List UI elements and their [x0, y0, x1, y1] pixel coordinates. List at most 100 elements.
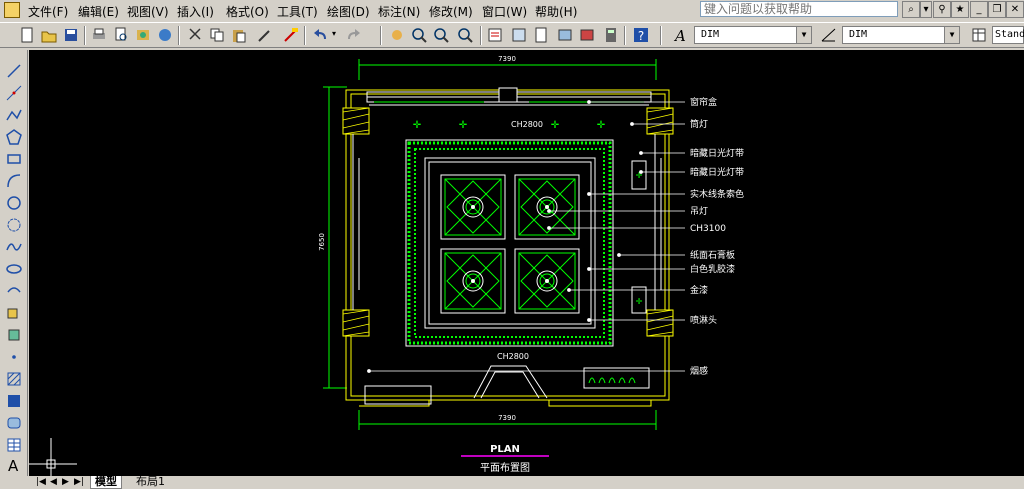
make-block-icon[interactable] [5, 326, 23, 344]
dim-bottom-label: 7390 [498, 414, 516, 422]
callout-dot [617, 253, 621, 257]
dimension-style-icon[interactable] [820, 26, 838, 44]
table-icon[interactable] [5, 436, 23, 454]
table-style-value: Stand [995, 29, 1024, 40]
table-style-select[interactable]: Stand [992, 26, 1024, 44]
circle-icon[interactable] [5, 194, 23, 212]
properties-icon[interactable] [486, 26, 504, 44]
3d-dwf-icon[interactable] [156, 26, 174, 44]
construction-line-icon[interactable] [5, 84, 23, 102]
point-icon[interactable] [5, 348, 23, 366]
paste-icon[interactable] [230, 26, 248, 44]
callout-label: 实木线条索色 [690, 188, 744, 200]
copy-icon[interactable] [208, 26, 226, 44]
svg-text:✛: ✛ [551, 120, 560, 131]
restore-button[interactable]: ❐ [988, 1, 1006, 18]
zoom-window-icon[interactable] [432, 26, 450, 44]
new-file-icon[interactable] [18, 26, 36, 44]
callout-label: 暗藏日光灯带 [690, 166, 744, 178]
print-preview-icon[interactable] [112, 26, 130, 44]
pendant-light [440, 174, 506, 240]
drawing-subtitle: 平面布置图 [480, 462, 530, 474]
callout-dot [639, 170, 643, 174]
help-icon[interactable]: ? [632, 26, 650, 44]
callout-dot [567, 288, 571, 292]
menu-help[interactable]: 帮助(H) [535, 3, 577, 20]
cut-icon[interactable] [186, 26, 204, 44]
arc-icon[interactable] [5, 172, 23, 190]
tab-layout1[interactable]: 布局1 [132, 476, 169, 488]
callout-dot [587, 318, 591, 322]
design-center-icon[interactable] [510, 26, 528, 44]
menu-dimension[interactable]: 标注(N) [378, 3, 420, 20]
chevron-down-icon[interactable]: ▼ [796, 27, 811, 43]
close-button[interactable]: ✕ [1006, 1, 1024, 18]
save-icon[interactable] [62, 26, 80, 44]
zoom-previous-icon[interactable] [456, 26, 474, 44]
floor-plan-drawing: 7390 7650 7390 ✛ ✛ ✛ ✛ CH2800 ✛ ✛ CH2800… [29, 55, 744, 476]
open-folder-icon[interactable] [40, 26, 58, 44]
tab-model[interactable]: 模型 [90, 476, 122, 489]
menu-format[interactable]: 格式(O) [226, 3, 269, 20]
polygon-icon[interactable] [5, 128, 23, 146]
menu-modify[interactable]: 修改(M) [429, 3, 473, 20]
spline-icon[interactable] [5, 238, 23, 256]
menu-insert[interactable]: 插入(I) [177, 3, 214, 20]
quick-calc-icon[interactable] [602, 26, 620, 44]
gradient-icon[interactable] [5, 392, 23, 410]
drawing-area[interactable]: 7390 7650 7390 ✛ ✛ ✛ ✛ CH2800 ✛ ✛ CH2800… [29, 50, 1024, 476]
pan-icon[interactable] [388, 26, 406, 44]
autocad-app-icon[interactable] [4, 2, 20, 18]
tab-nav-last-icon[interactable]: ▶| [70, 476, 88, 488]
dim-left-label: 7650 [318, 233, 326, 251]
revision-cloud-icon[interactable] [5, 216, 23, 234]
toolbar-separator [624, 26, 626, 45]
communication-center-icon[interactable]: ⚲ [933, 1, 951, 18]
chevron-down-icon[interactable]: ▼ [944, 27, 959, 43]
print-icon[interactable] [90, 26, 108, 44]
hatch-icon[interactable] [5, 370, 23, 388]
toolbar-separator [304, 26, 306, 45]
pendant-lights [440, 174, 580, 314]
block-editor-icon[interactable] [282, 26, 300, 44]
callout-label: 白色乳胶漆 [690, 263, 735, 275]
ellipse-icon[interactable] [5, 260, 23, 278]
text-style-icon[interactable]: A [672, 26, 690, 44]
table-style-icon[interactable] [970, 26, 988, 44]
callout-dot [547, 226, 551, 230]
search-icon[interactable]: ⌕ [902, 1, 920, 18]
match-properties-icon[interactable] [256, 26, 274, 44]
menu-tools[interactable]: 工具(T) [277, 3, 318, 20]
svg-text:✛: ✛ [413, 120, 422, 131]
insert-block-icon[interactable] [5, 304, 23, 322]
zoom-realtime-icon[interactable] [410, 26, 428, 44]
sheet-set-manager-icon[interactable] [556, 26, 574, 44]
line-icon[interactable] [5, 62, 23, 80]
rectangle-icon[interactable] [5, 150, 23, 168]
svg-text:✛: ✛ [597, 120, 606, 131]
text-style-select[interactable]: DIM ▼ [694, 26, 812, 44]
menu-window[interactable]: 窗口(W) [482, 3, 527, 20]
menu-edit[interactable]: 编辑(E) [78, 3, 119, 20]
ellipse-arc-icon[interactable] [5, 282, 23, 300]
minimize-button[interactable]: _ [970, 1, 988, 18]
menu-file[interactable]: 文件(F) [28, 3, 68, 20]
menu-draw[interactable]: 绘图(D) [327, 3, 370, 20]
publish-icon[interactable] [134, 26, 152, 44]
redo-icon[interactable] [344, 26, 362, 44]
region-icon[interactable] [5, 414, 23, 432]
favorites-star-icon[interactable]: ★ [951, 1, 969, 18]
menu-view[interactable]: 视图(V) [127, 3, 169, 20]
layout-tabs-bar: |◀ ◀ ▶ ▶| 模型 布局1 [0, 476, 1024, 489]
callout-label: 暗藏日光灯带 [690, 147, 744, 159]
ceiling-height-top: CH2800 [511, 120, 543, 129]
help-search-input[interactable] [700, 1, 898, 17]
dimension-style-select[interactable]: DIM ▼ [842, 26, 960, 44]
tool-palettes-icon[interactable] [532, 26, 550, 44]
multiline-text-icon[interactable]: A [5, 456, 23, 474]
undo-icon[interactable] [312, 26, 330, 44]
dropdown-icon[interactable]: ▾ [920, 1, 932, 18]
undo-dropdown-icon[interactable]: ▾ [332, 29, 336, 38]
markup-set-manager-icon[interactable] [578, 26, 596, 44]
polyline-icon[interactable] [5, 106, 23, 124]
